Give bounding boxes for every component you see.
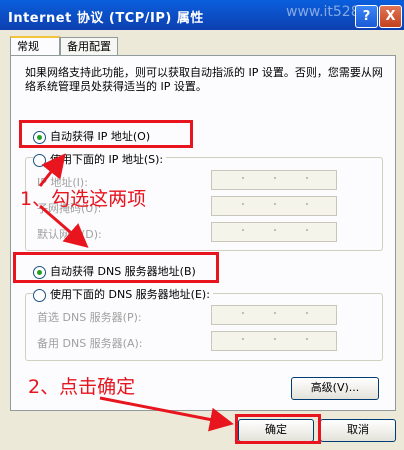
annotation-arrows <box>38 153 234 432</box>
arrow-to-auto-ip <box>38 153 66 187</box>
arrow-to-ok <box>99 396 234 432</box>
arrow-to-auto-dns <box>39 204 89 248</box>
